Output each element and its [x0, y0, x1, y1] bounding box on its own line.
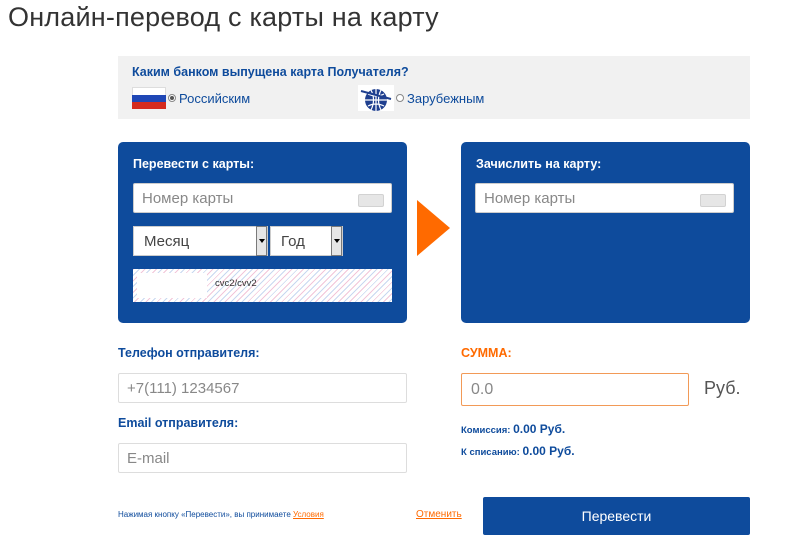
sender-phone-label: Телефон отправителя:	[118, 346, 260, 360]
expiry-month-select[interactable]: Месяц	[133, 226, 268, 256]
sender-phone-placeholder: +7(111) 1234567	[127, 380, 240, 397]
cvc-input[interactable]	[137, 273, 207, 298]
sender-email-label: Email отправителя:	[118, 416, 239, 430]
amount-label: СУММА:	[461, 346, 512, 360]
expiry-year-value: Год	[281, 233, 305, 250]
bank-option-russian[interactable]: Российским	[132, 86, 250, 110]
source-card-number-input[interactable]: Номер карты	[133, 183, 392, 213]
cancel-link[interactable]: Отменить	[416, 509, 462, 520]
bank-option-foreign[interactable]: Зарубежным	[358, 85, 485, 111]
bank-question-label: Каким банком выпущена карта Получателя?	[132, 65, 409, 79]
amount-placeholder: 0.0	[471, 381, 494, 398]
terms-text: Нажимая кнопку «Перевести», вы принимает…	[118, 510, 291, 519]
source-card-number-placeholder: Номер карты	[142, 190, 234, 207]
sender-email-placeholder: E-mail	[127, 450, 170, 467]
terms-notice: Нажимая кнопку «Перевести», вы принимает…	[118, 510, 324, 519]
destination-card-number-input[interactable]: Номер карты	[475, 183, 734, 213]
terms-link[interactable]: Условия	[293, 510, 324, 519]
chevron-down-icon[interactable]	[331, 226, 342, 256]
sender-email-input[interactable]: E-mail	[118, 443, 407, 473]
bank-option-russian-label: Российским	[179, 90, 251, 106]
page-title: Онлайн-перевод с карты на карту	[8, 2, 439, 32]
commission-value: 0.00 Руб.	[513, 422, 566, 436]
bank-type-panel: Каким банком выпущена карта Получателя? …	[118, 56, 750, 119]
source-card-panel: Перевести с карты: Номер карты Месяц Год…	[118, 142, 407, 323]
destination-card-title: Зачислить на карту:	[476, 157, 602, 171]
commission-label: Комиссия:	[461, 425, 511, 436]
sender-phone-input[interactable]: +7(111) 1234567	[118, 373, 407, 403]
arrow-right-icon	[417, 200, 450, 256]
chevron-down-icon[interactable]	[256, 226, 267, 256]
debit-value: 0.00 Руб.	[522, 444, 575, 458]
card-icon	[700, 194, 726, 207]
expiry-month-value: Месяц	[144, 233, 190, 250]
source-card-title: Перевести с карты:	[133, 157, 255, 171]
currency-label: Руб.	[704, 378, 741, 398]
commission-row: Комиссия: 0.00 Руб.	[461, 422, 565, 436]
debit-row: К списанию: 0.00 Руб.	[461, 444, 575, 458]
submit-transfer-button[interactable]: Перевести	[483, 497, 750, 535]
cvc-label: cvc2/cvv2	[215, 278, 257, 289]
russia-flag-icon	[132, 87, 166, 109]
bank-option-foreign-radio[interactable]	[396, 94, 404, 102]
cvc-band: cvc2/cvv2	[133, 269, 392, 302]
expiry-year-select[interactable]: Год	[270, 226, 343, 256]
debit-label: К списанию:	[461, 447, 520, 458]
bank-option-foreign-label: Зарубежным	[407, 90, 485, 106]
globe-icon	[358, 85, 394, 111]
destination-card-number-placeholder: Номер карты	[484, 190, 576, 207]
card-icon	[358, 194, 384, 207]
amount-input[interactable]: 0.0	[461, 373, 689, 406]
destination-card-panel: Зачислить на карту: Номер карты	[461, 142, 750, 323]
bank-option-russian-radio[interactable]	[168, 94, 176, 102]
